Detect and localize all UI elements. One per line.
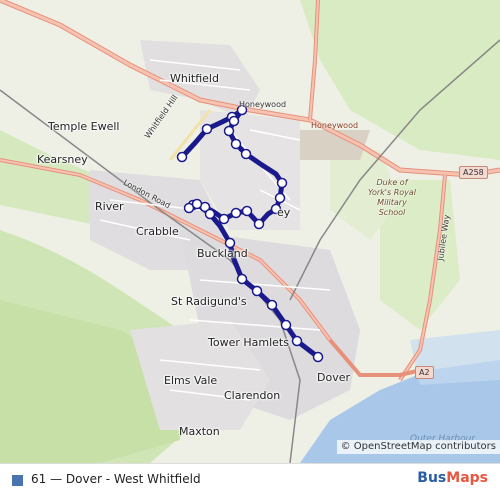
route-stop-marker[interactable] (280, 319, 292, 331)
place-label-valley: ey (277, 206, 291, 219)
place-label-clarendon: Clarendon (224, 389, 281, 402)
place-label-buckland: Buckland (197, 247, 248, 260)
route-color-swatch (12, 475, 23, 486)
route-stop-marker[interactable] (201, 123, 213, 135)
route-stop-marker[interactable] (276, 177, 288, 189)
brand-maps: Maps (446, 470, 488, 486)
road-label-honeywood-east: Honeywood (311, 121, 359, 130)
map-canvas[interactable]: Whitfield Temple Ewell Kearsney River Cr… (0, 0, 500, 463)
busmaps-logo[interactable]: BusMaps (417, 470, 488, 486)
route-stop-marker[interactable] (266, 299, 278, 311)
route-stop-marker[interactable] (228, 115, 240, 127)
route-stop-marker[interactable] (253, 218, 265, 230)
place-label-elms-vale: Elms Vale (164, 374, 218, 387)
route-stop-marker[interactable] (241, 205, 253, 217)
road-shield-a258: A258 (459, 166, 488, 179)
place-label-river: River (95, 200, 124, 213)
place-label-temple-ewell: Temple Ewell (48, 120, 120, 133)
route-stop-marker[interactable] (291, 335, 303, 347)
route-stop-marker[interactable] (312, 351, 324, 363)
attribution-text[interactable]: © OpenStreetMap contributors (341, 441, 496, 452)
place-label-whitfield: Whitfield (170, 72, 219, 85)
route-stop-marker[interactable] (191, 198, 203, 210)
route-stop-marker[interactable] (274, 192, 286, 204)
route-stop-marker[interactable] (218, 213, 230, 225)
route-stop-marker[interactable] (223, 125, 235, 137)
route-stop-marker[interactable] (251, 285, 263, 297)
route-stop-marker[interactable] (240, 148, 252, 160)
route-stops (176, 104, 324, 363)
route-61-line[interactable] (180, 107, 320, 359)
road-shield-a2: A2 (415, 366, 434, 379)
route-stop-marker[interactable] (236, 273, 248, 285)
brand-bus: Bus (417, 470, 447, 486)
school-label-line-4: School (378, 208, 406, 217)
route-stop-marker[interactable] (176, 151, 188, 163)
school-label-line-1: Duke of (376, 178, 408, 187)
place-label-dover: Dover (317, 371, 350, 384)
road-label-honeywood: Honeywood (239, 100, 287, 109)
place-label-maxton: Maxton (179, 425, 220, 438)
school-label-line-3: Military (377, 198, 407, 207)
route-stop-marker[interactable] (204, 208, 216, 220)
school-label-line-2: York's Royal (367, 188, 417, 197)
place-label-kearsney: Kearsney (37, 153, 88, 166)
route-legend-label: 61 — Dover - West Whitfield (31, 472, 201, 486)
place-label-crabble: Crabble (136, 225, 179, 238)
place-label-st-radigunds: St Radigund's (171, 295, 247, 308)
route-stop-marker[interactable] (230, 138, 242, 150)
place-label-tower-hamlets: Tower Hamlets (208, 336, 289, 349)
school-label: Duke of York's Royal Military School (356, 178, 428, 218)
route-stop-marker[interactable] (230, 207, 242, 219)
map-attribution[interactable]: © OpenStreetMap contributors (336, 440, 500, 454)
